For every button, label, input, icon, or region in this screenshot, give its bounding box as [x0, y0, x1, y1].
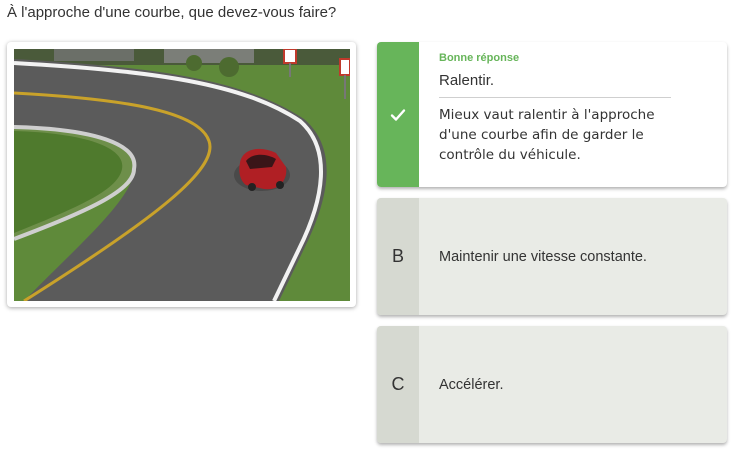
correct-answer-badge: Bonne réponse	[439, 52, 520, 64]
answer-option-b[interactable]: B Maintenir une vitesse constante.	[377, 198, 727, 315]
answer-b-text: Maintenir une vitesse constante.	[439, 248, 647, 265]
check-icon	[390, 108, 406, 121]
road-curve-illustration	[14, 49, 350, 301]
answer-explanation: Mieux vaut ralentir à l'approche d'une c…	[439, 107, 655, 163]
answer-option-a[interactable]: Bonne réponse Ralentir. Mieux vaut ralen…	[377, 42, 727, 187]
answer-option-c[interactable]: C Accélérer.	[377, 326, 727, 443]
answer-c-letter: C	[377, 326, 419, 443]
answer-c-text: Accélérer.	[439, 376, 504, 393]
answer-a-text: Ralentir.	[439, 72, 671, 98]
question-text: À l'approche d'une courbe, que devez-vou…	[7, 4, 337, 21]
answer-b-letter: B	[377, 198, 419, 315]
answer-a-status-column	[377, 42, 419, 187]
question-image-card	[7, 42, 356, 307]
